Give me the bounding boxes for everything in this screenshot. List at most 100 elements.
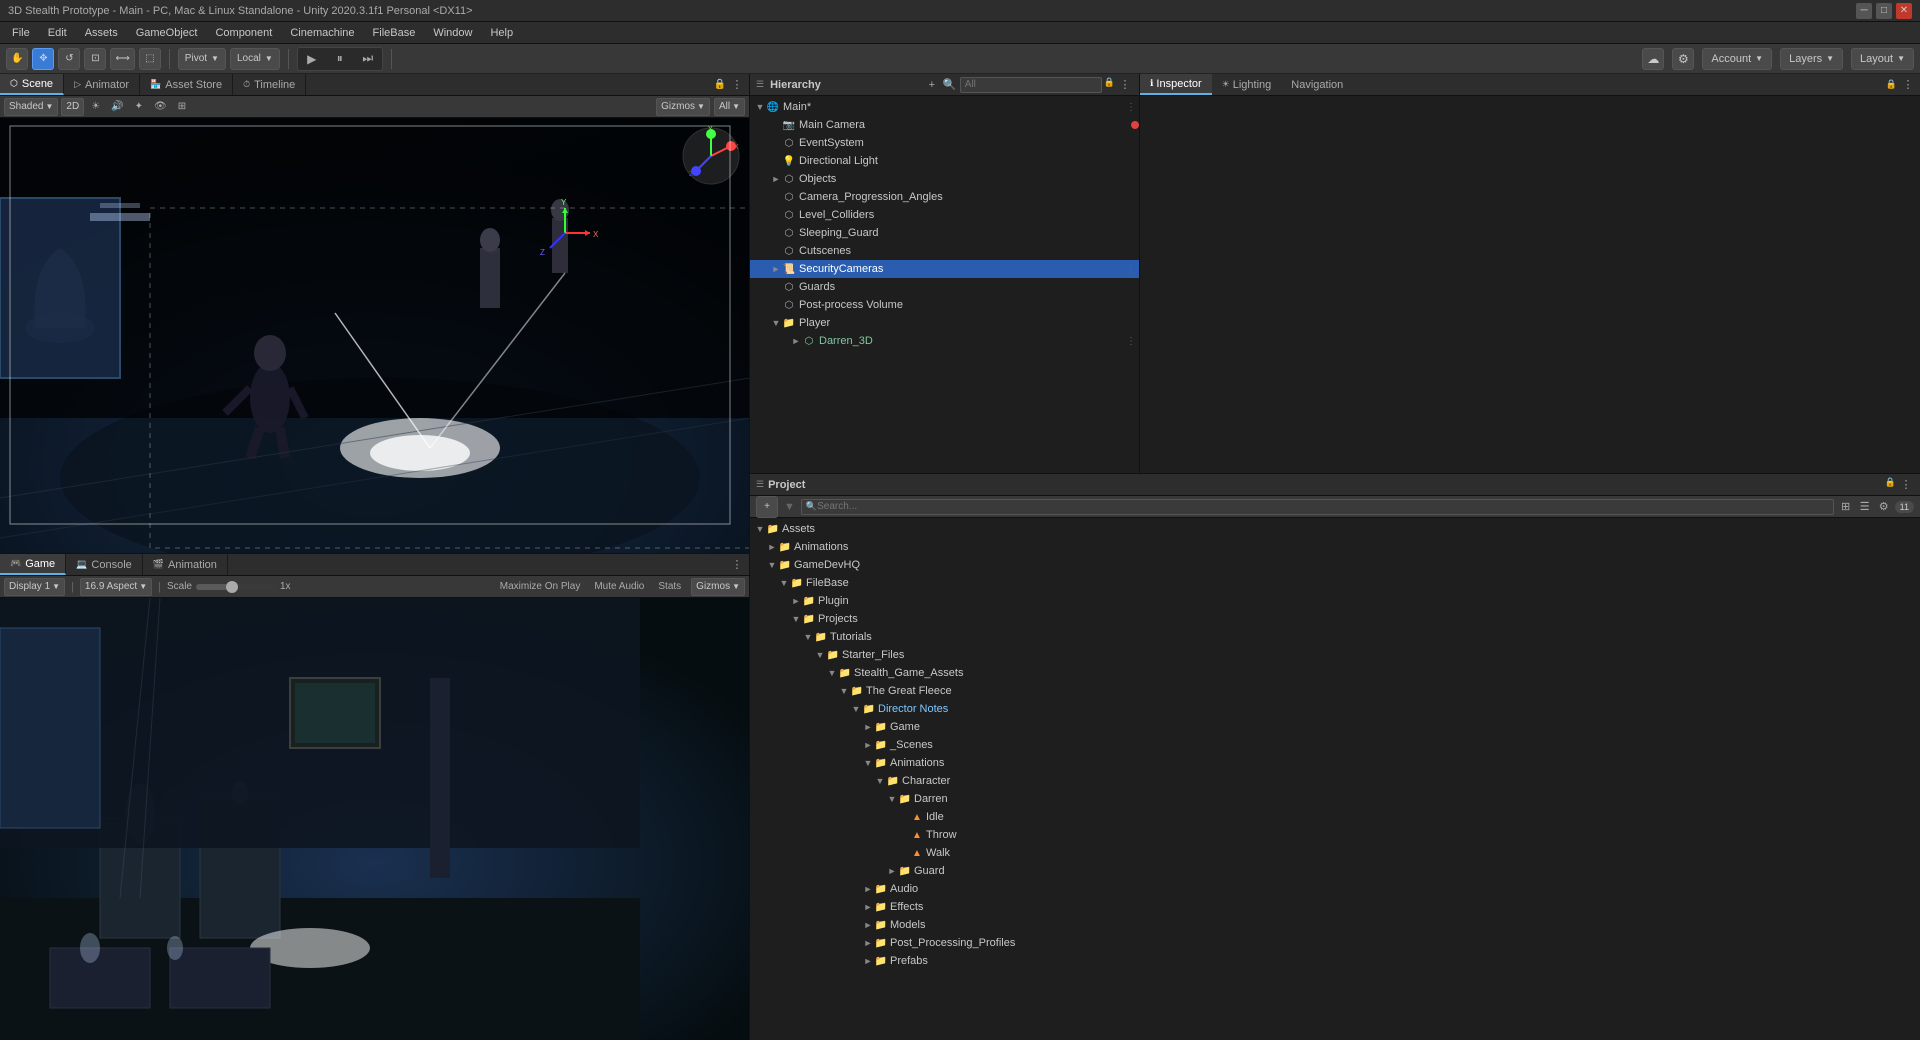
pause-button[interactable]: ⏸ (326, 48, 354, 70)
menu-cinemachine[interactable]: Cinemachine (282, 25, 362, 41)
proj-item-great-fleece[interactable]: ▼ 📁 The Great Fleece (750, 682, 1920, 700)
aspect-dropdown[interactable]: 16.9 Aspect ▼ (80, 578, 152, 596)
menu-file[interactable]: File (4, 25, 38, 41)
hierarchy-item-eventsystem[interactable]: ⬡ EventSystem (750, 134, 1139, 152)
tab-animation[interactable]: 🎬 Animation (143, 554, 228, 575)
hierarchy-item-cutscenes[interactable]: ⬡ Cutscenes (750, 242, 1139, 260)
hierarchy-item-level-coll[interactable]: ⬡ Level_Colliders (750, 206, 1139, 224)
menu-edit[interactable]: Edit (40, 25, 75, 41)
hidden-toggle[interactable]: 👁 (150, 100, 171, 113)
scene-canvas[interactable]: X Y Z (0, 118, 749, 553)
maximize-button[interactable]: □ (1876, 3, 1892, 19)
project-settings[interactable]: ⚙ (1876, 499, 1892, 515)
proj-item-stealth-game[interactable]: ▼ 📁 Stealth_Game_Assets (750, 664, 1920, 682)
inspector-more[interactable]: ⋮ (1900, 77, 1916, 93)
proj-item-gamedevhq[interactable]: ▼ 📁 GameDevHQ (750, 556, 1920, 574)
hierarchy-add[interactable]: + (924, 77, 940, 93)
scene-lock[interactable]: 🔒 (714, 79, 726, 90)
display-dropdown[interactable]: Display 1 ▼ (4, 578, 65, 596)
project-view2[interactable]: ☰ (1857, 499, 1873, 515)
tool-move[interactable]: ✥ (32, 48, 54, 70)
proj-item-walk[interactable]: ▲ Walk (750, 844, 1920, 862)
local-dropdown[interactable]: Local ▼ (230, 48, 280, 70)
hierarchy-item-camera-prog[interactable]: ⬡ Camera_Progression_Angles (750, 188, 1139, 206)
gizmos-game-dropdown[interactable]: Gizmos ▼ (691, 578, 745, 596)
proj-item-filebase[interactable]: ▼ 📁 FileBase (750, 574, 1920, 592)
project-content[interactable]: ▼ 📁 Assets ► 📁 Animations ▼ 📁 GameDevHQ (750, 518, 1920, 1040)
more-security-cameras[interactable]: ⋮ (1123, 261, 1139, 277)
lighting-toggle[interactable]: ☀ (87, 100, 104, 113)
maximize-on-play[interactable]: Maximize On Play (496, 580, 585, 593)
hierarchy-item-sleeping-guard[interactable]: ⬡ Sleeping_Guard (750, 224, 1139, 242)
proj-item-effects[interactable]: ► 📁 Effects (750, 898, 1920, 916)
proj-item-director-notes[interactable]: ▼ 📁 Director Notes (750, 700, 1920, 718)
project-more[interactable]: ⋮ (1898, 477, 1914, 493)
proj-item-projects[interactable]: ▼ 📁 Projects (750, 610, 1920, 628)
proj-item-game[interactable]: ► 📁 Game (750, 718, 1920, 736)
grid-toggle[interactable]: ⊞ (174, 100, 190, 113)
gizmos-dropdown[interactable]: Gizmos ▼ (656, 98, 710, 116)
hierarchy-lock[interactable]: 🔒 (1104, 77, 1115, 93)
hierarchy-item-guards[interactable]: ⬡ Guards (750, 278, 1139, 296)
proj-item-animations-top[interactable]: ► 📁 Animations (750, 538, 1920, 556)
tool-rotate[interactable]: ↺ (58, 48, 80, 70)
inspector-lock[interactable]: 🔒 (1886, 79, 1897, 90)
project-add[interactable]: + (756, 496, 778, 518)
hierarchy-item-main-camera[interactable]: 📷 Main Camera (750, 116, 1139, 134)
tab-game[interactable]: 🎮 Game (0, 554, 66, 575)
tab-asset-store[interactable]: 🏪 Asset Store (140, 74, 233, 95)
tool-hand[interactable]: ✋ (6, 48, 28, 70)
proj-item-assets[interactable]: ▼ 📁 Assets (750, 520, 1920, 538)
stats-toggle[interactable]: Stats (654, 580, 685, 593)
menu-help[interactable]: Help (482, 25, 521, 41)
hierarchy-search-input[interactable] (960, 77, 1102, 93)
mute-audio[interactable]: Mute Audio (590, 580, 648, 593)
menu-filebase[interactable]: FileBase (365, 25, 424, 41)
hierarchy-more[interactable]: ⋮ (1117, 77, 1133, 93)
proj-item-models[interactable]: ► 📁 Models (750, 916, 1920, 934)
hierarchy-item-security-cameras[interactable]: ► 📜 SecurityCameras ⋮ (750, 260, 1139, 278)
layers-dropdown[interactable]: Layers ▼ (1780, 48, 1843, 70)
shading-dropdown[interactable]: Shaded ▼ (4, 98, 58, 116)
hierarchy-item-main[interactable]: ▼ 🌐 Main* ⋮ (750, 98, 1139, 116)
menu-component[interactable]: Component (207, 25, 280, 41)
game-more[interactable]: ⋮ (729, 557, 745, 573)
hierarchy-item-darren[interactable]: ► ⬡ Darren_3D ⋮ (750, 332, 1139, 350)
proj-item-guard[interactable]: ► 📁 Guard (750, 862, 1920, 880)
tool-scale[interactable]: ⊡ (84, 48, 106, 70)
scale-slider[interactable] (196, 584, 276, 590)
proj-item-prefabs[interactable]: ► 📁 Prefabs (750, 952, 1920, 970)
2d-toggle[interactable]: 2D (61, 98, 84, 116)
tab-navigation[interactable]: Navigation (1281, 74, 1353, 95)
tab-animator[interactable]: ▷ Animator (64, 74, 140, 95)
hierarchy-item-dir-light[interactable]: 💡 Directional Light (750, 152, 1139, 170)
collab-button[interactable]: ☁ (1642, 48, 1664, 70)
layout-dropdown[interactable]: Layout ▼ (1851, 48, 1914, 70)
account-dropdown[interactable]: Account ▼ (1702, 48, 1772, 70)
proj-item-post-proc[interactable]: ► 📁 Post_Processing_Profiles (750, 934, 1920, 952)
menu-assets[interactable]: Assets (77, 25, 126, 41)
tab-timeline[interactable]: ⏱ Timeline (233, 74, 306, 95)
tool-rect[interactable]: ⟷ (110, 48, 134, 70)
proj-item-starter-files[interactable]: ▼ 📁 Starter_Files (750, 646, 1920, 664)
hierarchy-search[interactable]: 🔍 (942, 77, 958, 93)
game-canvas[interactable] (0, 598, 749, 1040)
scene-more[interactable]: ⋮ (729, 77, 745, 93)
project-search-input[interactable] (817, 501, 1829, 512)
proj-item-tutorials[interactable]: ▼ 📁 Tutorials (750, 628, 1920, 646)
proj-item-audio[interactable]: ► 📁 Audio (750, 880, 1920, 898)
menu-gameobject[interactable]: GameObject (128, 25, 206, 41)
services-button[interactable]: ⚙ (1672, 48, 1694, 70)
more-darren[interactable]: ⋮ (1123, 333, 1139, 349)
proj-item-idle[interactable]: ▲ Idle (750, 808, 1920, 826)
proj-item-character[interactable]: ▼ 📁 Character (750, 772, 1920, 790)
hierarchy-item-post-process[interactable]: ⬡ Post-process Volume (750, 296, 1139, 314)
tab-lighting[interactable]: ☀ Lighting (1212, 74, 1282, 95)
proj-item-plugin[interactable]: ► 📁 Plugin (750, 592, 1920, 610)
hierarchy-item-objects[interactable]: ► ⬡ Objects (750, 170, 1139, 188)
pivot-dropdown[interactable]: Pivot ▼ (178, 48, 226, 70)
proj-item-scenes[interactable]: ► 📁 _Scenes (750, 736, 1920, 754)
hierarchy-item-player[interactable]: ▼ 📁 Player (750, 314, 1139, 332)
tab-scene[interactable]: ⬡ Scene (0, 74, 64, 95)
play-button[interactable]: ▶ (298, 48, 326, 70)
